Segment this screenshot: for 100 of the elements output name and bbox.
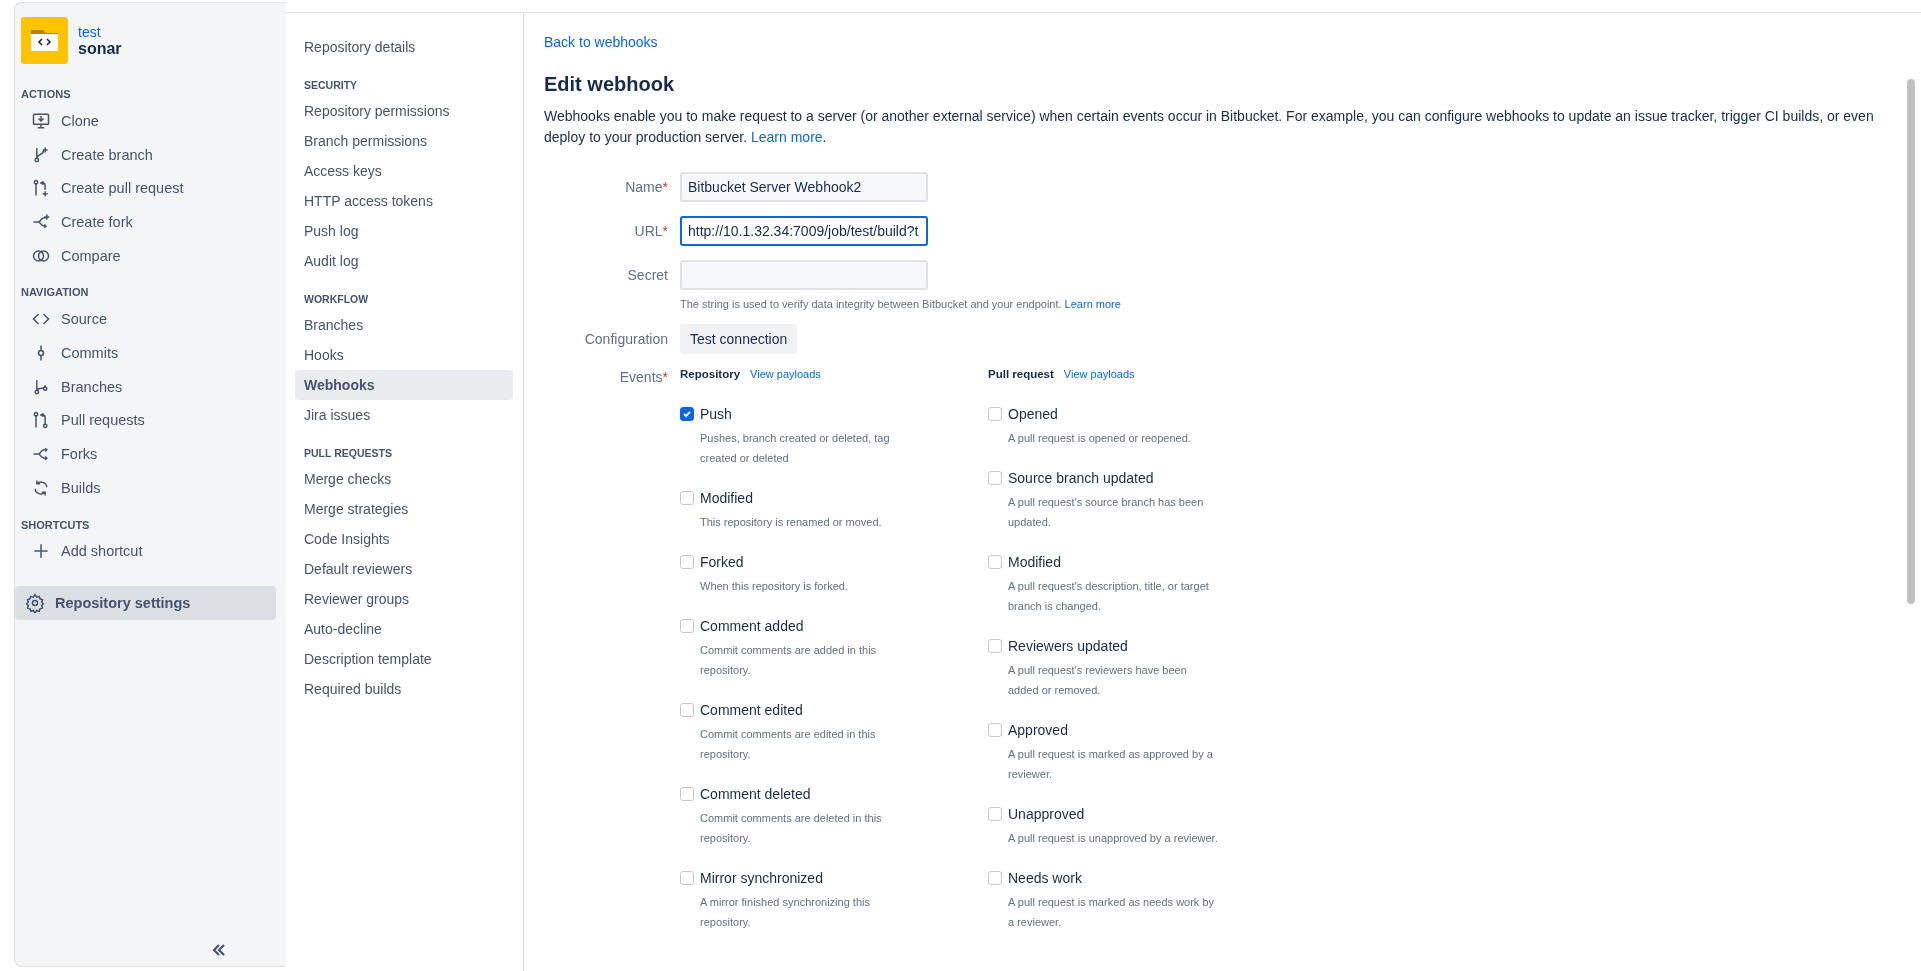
field-label: Secret xyxy=(626,266,668,285)
sidebar-item[interactable]: Branches xyxy=(21,369,286,404)
settings-nav-item[interactable]: Reviewer groups xyxy=(295,584,513,614)
field-label: Events* xyxy=(618,368,668,386)
checkbox[interactable] xyxy=(988,807,1002,821)
sidebar-item[interactable]: Source xyxy=(21,302,286,337)
sidebar-item[interactable]: Clone xyxy=(21,104,286,138)
scrollbar-thumb[interactable] xyxy=(1907,79,1915,604)
event-label: Mirror synchronized xyxy=(700,870,823,886)
event-description: A pull request's reviewers have been added or removed. xyxy=(1008,663,1188,698)
required-mark: * xyxy=(662,179,668,195)
checkbox[interactable] xyxy=(680,555,694,569)
event-description: Commit comments are edited in this repository. xyxy=(700,727,877,762)
event-label: Comment added xyxy=(700,618,804,634)
event-label: Unapproved xyxy=(1008,806,1085,822)
settings-nav-item[interactable]: Repository details xyxy=(295,32,513,62)
settings-nav-item[interactable]: HTTP access tokens xyxy=(295,186,513,216)
checkbox[interactable] xyxy=(988,471,1002,485)
checkbox[interactable] xyxy=(988,555,1002,569)
repository-settings-item[interactable]: Repository settings xyxy=(15,586,276,621)
section-heading: SHORTCUTS xyxy=(20,517,91,533)
text-field[interactable] xyxy=(680,260,928,290)
section-heading: SECURITY xyxy=(303,78,359,93)
sidebar-item[interactable]: Compare xyxy=(21,238,286,273)
checkbox[interactable] xyxy=(680,703,694,717)
settings-nav-item[interactable]: Auto-decline xyxy=(295,614,513,644)
event-description: Pushes, branch created or deleted, tag created or deleted xyxy=(700,431,891,466)
text-field[interactable]: Bitbucket Server Webhook2 xyxy=(680,172,928,202)
collapse-icon[interactable] xyxy=(212,944,226,956)
text-field[interactable]: http://10.1.32.34:7009/job/test/build?t xyxy=(680,216,928,246)
section-heading: NAVIGATION xyxy=(20,285,90,301)
settings-icon xyxy=(25,593,45,614)
event-description: A pull request is opened or reopened. xyxy=(1008,431,1192,446)
event-description: When this repository is forked. xyxy=(700,579,849,594)
settings-nav-item[interactable]: Branch permissions xyxy=(295,126,513,156)
settings-nav-item[interactable]: Repository permissions xyxy=(295,96,513,126)
event-label: Forked xyxy=(700,554,744,570)
checkbox[interactable] xyxy=(988,407,1002,421)
event-description: This repository is renamed or moved. xyxy=(700,515,883,530)
event-label: Comment edited xyxy=(700,702,803,718)
test-connection-button[interactable]: Test connection xyxy=(680,324,798,354)
event-description: Commit comments are deleted in this repository. xyxy=(700,811,883,846)
event-label: Modified xyxy=(1008,554,1061,570)
event-label: Comment deleted xyxy=(700,786,811,802)
checkbox[interactable] xyxy=(680,787,694,801)
settings-nav-item[interactable]: Branches xyxy=(295,310,513,340)
sidebar-item[interactable]: Builds xyxy=(21,470,286,505)
settings-nav-item[interactable]: Audit log xyxy=(295,246,513,276)
event-label: Approved xyxy=(1008,722,1068,738)
pull-request-plus-icon xyxy=(31,178,51,199)
learn-more-link[interactable]: Learn more xyxy=(1064,298,1121,310)
sidebar-item[interactable]: Create branch xyxy=(21,137,286,172)
event-description: A pull request is marked as needs work by a reviewer. xyxy=(1008,895,1216,930)
field-label: Name* xyxy=(624,178,668,197)
sidebar-item[interactable]: Add shortcut xyxy=(21,534,286,569)
column-heading: Repository xyxy=(680,368,741,380)
description-text: Webhooks enable you to make request to a server (or another external service) when certain events occur in Bitbucket. For example, you can configure webhooks to update an issue tracker, trigger CI builds, or even deploy to your production server. Learn more. xyxy=(544,107,1875,147)
event-label: Push xyxy=(700,406,732,422)
checkbox[interactable] xyxy=(680,871,694,885)
settings-nav-item[interactable]: Required builds xyxy=(295,674,513,704)
hint-text: The string is used to verify data integrity between Bitbucket and your endpoint. Learn more xyxy=(680,298,1122,310)
settings-nav-item[interactable]: Webhooks xyxy=(295,370,513,400)
settings-nav-item[interactable]: Description template xyxy=(295,644,513,674)
page-title: Edit webhook xyxy=(544,73,675,96)
sidebar-item[interactable]: Pull requests xyxy=(21,403,286,438)
settings-nav-item[interactable]: Code Insights xyxy=(295,524,513,554)
event-label: Modified xyxy=(700,490,753,506)
back-link[interactable]: Back to webhooks xyxy=(544,34,658,50)
repository-name: sonar xyxy=(78,39,122,58)
settings-nav-item[interactable]: Jira issues xyxy=(295,400,513,430)
event-label: Needs work xyxy=(1008,870,1082,886)
settings-nav-item[interactable]: Merge checks xyxy=(295,464,513,494)
settings-nav-item[interactable]: Push log xyxy=(295,216,513,246)
checkbox[interactable] xyxy=(988,871,1002,885)
checkbox[interactable] xyxy=(680,407,694,421)
settings-nav-item[interactable]: Merge strategies xyxy=(295,494,513,524)
sidebar-item[interactable]: Create fork xyxy=(21,205,286,239)
section-heading: WORKFLOW xyxy=(303,292,370,307)
sidebar-item[interactable]: Commits xyxy=(21,336,286,370)
event-description: A pull request is marked as approved by a reviewer. xyxy=(1008,747,1214,782)
settings-nav-item[interactable]: Hooks xyxy=(295,340,513,370)
settings-nav-item[interactable]: Access keys xyxy=(295,156,513,186)
checkbox[interactable] xyxy=(988,639,1002,653)
settings-nav-item[interactable]: Default reviewers xyxy=(295,554,513,584)
event-description: A pull request's description, title, or target branch is changed. xyxy=(1008,579,1210,614)
checkbox[interactable] xyxy=(988,723,1002,737)
view-payloads-link[interactable]: View payloads xyxy=(1063,368,1135,380)
event-label: Source branch updated xyxy=(1008,470,1154,486)
required-mark: * xyxy=(662,223,668,239)
column-heading: Pull request xyxy=(988,368,1054,380)
check-icon xyxy=(682,409,692,419)
checkbox[interactable] xyxy=(680,619,694,633)
learn-more-link[interactable]: Learn more xyxy=(751,129,823,145)
sidebar-item[interactable]: Create pull request xyxy=(21,171,286,206)
checkbox[interactable] xyxy=(680,491,694,505)
field-label: Configuration xyxy=(583,330,668,349)
view-payloads-link[interactable]: View payloads xyxy=(750,368,821,380)
project-link[interactable]: test xyxy=(78,23,122,40)
sidebar-item[interactable]: Forks xyxy=(21,437,286,471)
field-label: URL* xyxy=(633,222,668,241)
